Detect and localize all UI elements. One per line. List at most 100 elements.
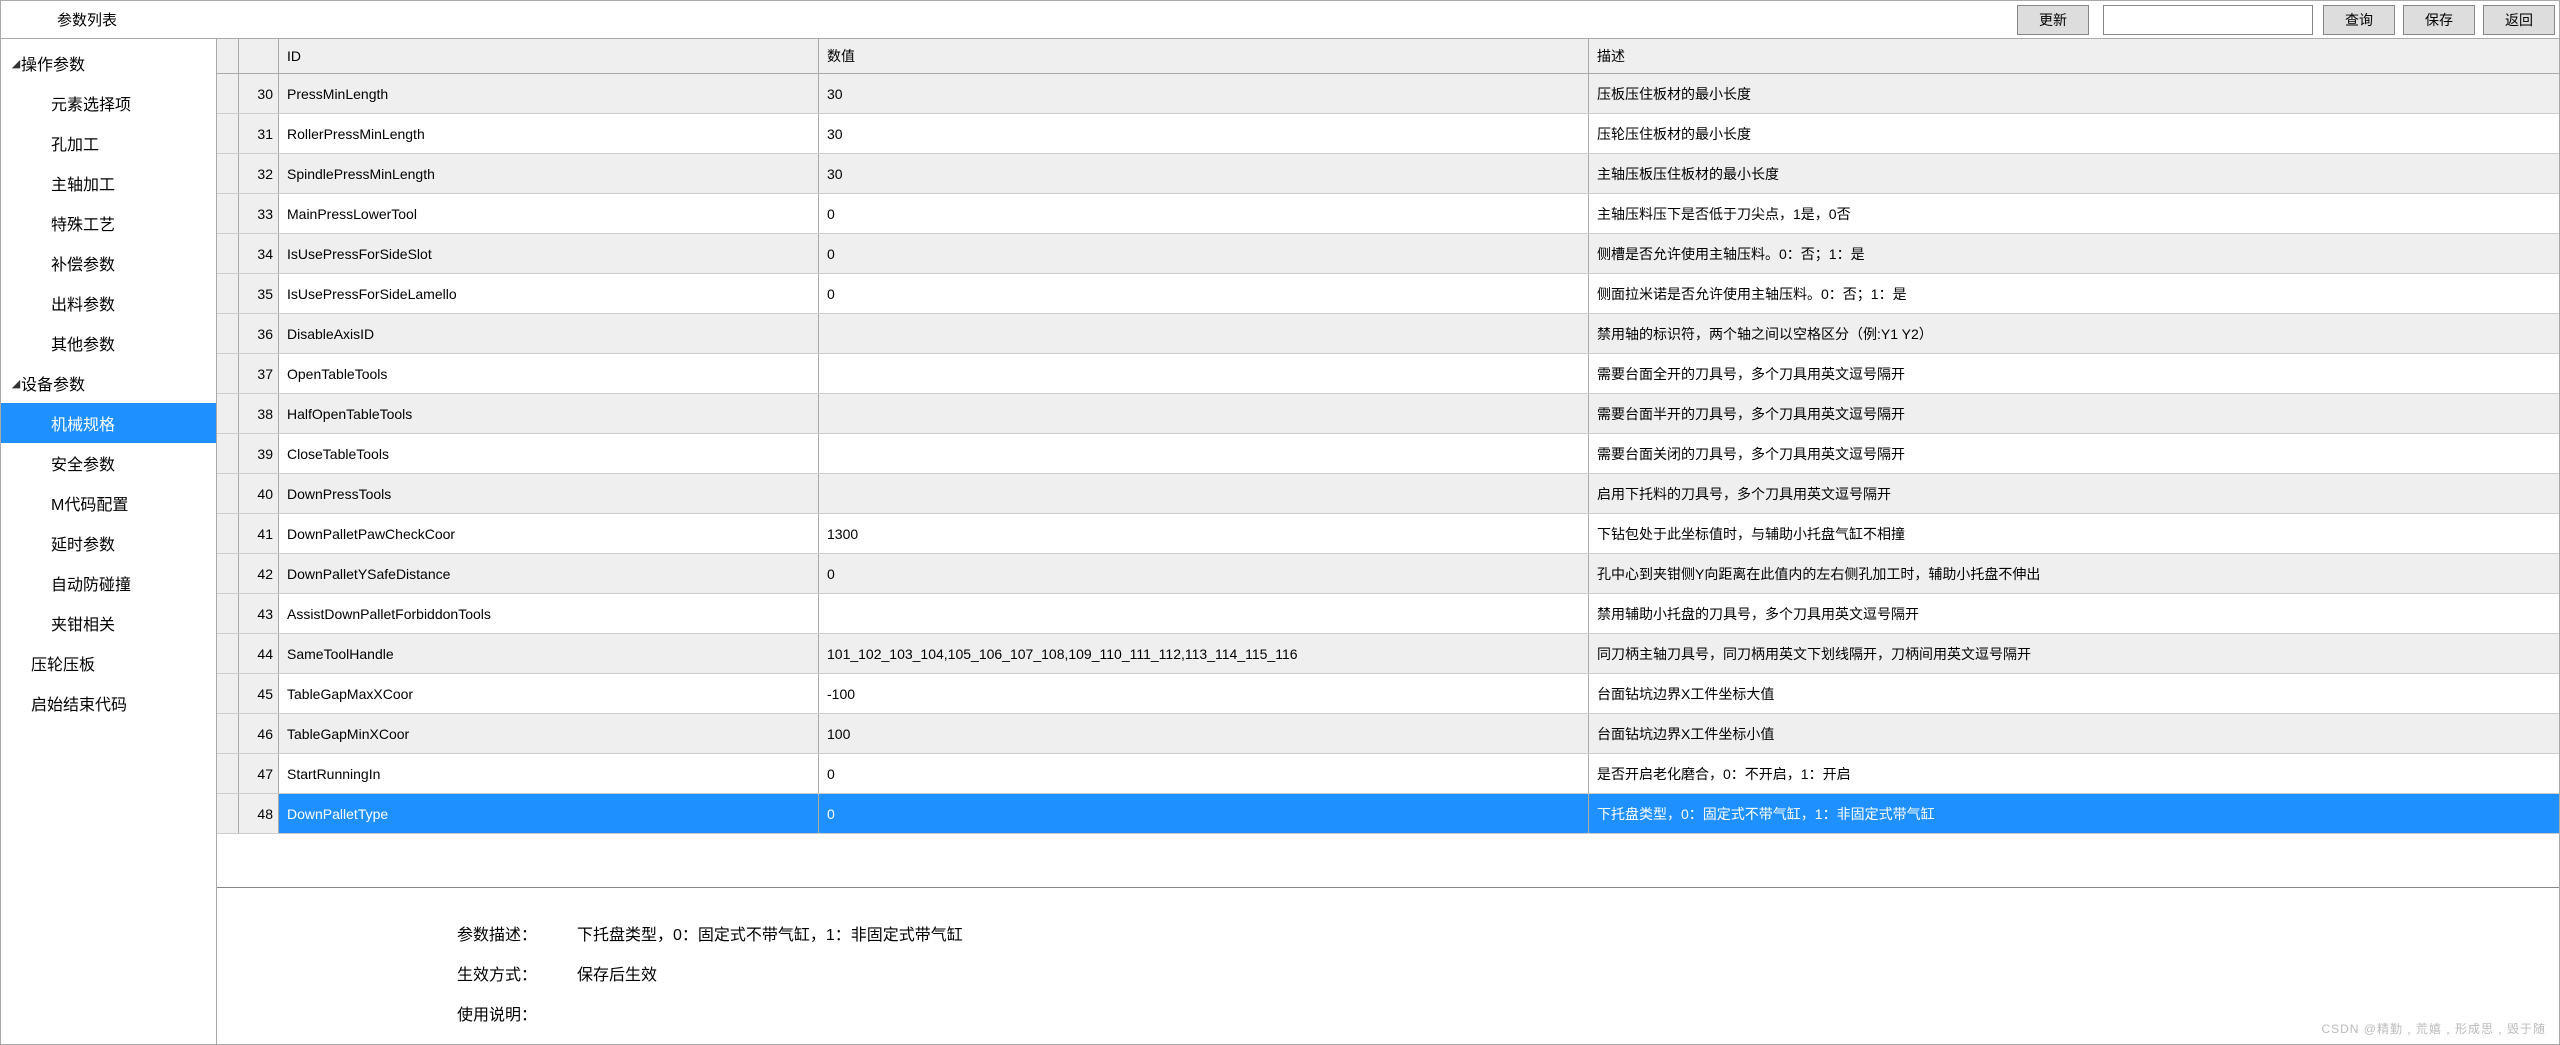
table-row[interactable]: 32SpindlePressMinLength30主轴压板压住板材的最小长度 xyxy=(217,154,2559,194)
table-row[interactable]: 33MainPressLowerTool0主轴压料压下是否低于刀尖点，1是，0否 xyxy=(217,194,2559,234)
tree-group-operation-params[interactable]: ◢ 操作参数 xyxy=(1,43,216,83)
cell-value[interactable] xyxy=(819,354,1589,393)
cell-id[interactable]: CloseTableTools xyxy=(279,434,819,473)
sidebar-item[interactable]: 出料参数 xyxy=(1,283,216,323)
parameter-grid[interactable]: ID 数值 描述 30PressMinLength30压板压住板材的最小长度31… xyxy=(217,39,2559,887)
cell-desc[interactable]: 压轮压住板材的最小长度 xyxy=(1589,114,2559,153)
sidebar-item[interactable]: 机械规格 xyxy=(1,403,216,443)
cell-desc[interactable]: 孔中心到夹钳侧Y向距离在此值内的左右侧孔加工时，辅助小托盘不伸出 xyxy=(1589,554,2559,593)
cell-id[interactable]: SpindlePressMinLength xyxy=(279,154,819,193)
cell-desc[interactable]: 禁用辅助小托盘的刀具号，多个刀具用英文逗号隔开 xyxy=(1589,594,2559,633)
sidebar-item[interactable]: 延时参数 xyxy=(1,523,216,563)
table-row[interactable]: 36DisableAxisID禁用轴的标识符，两个轴之间以空格区分（例:Y1 Y… xyxy=(217,314,2559,354)
cell-id[interactable]: AssistDownPalletForbiddonTools xyxy=(279,594,819,633)
cell-id[interactable]: HalfOpenTableTools xyxy=(279,394,819,433)
cell-value[interactable]: 30 xyxy=(819,74,1589,113)
cell-value[interactable] xyxy=(819,434,1589,473)
cell-id[interactable]: PressMinLength xyxy=(279,74,819,113)
table-row[interactable]: 47StartRunningIn0是否开启老化磨合，0：不开启，1：开启 xyxy=(217,754,2559,794)
cell-desc[interactable]: 需要台面半开的刀具号，多个刀具用英文逗号隔开 xyxy=(1589,394,2559,433)
cell-desc[interactable]: 压板压住板材的最小长度 xyxy=(1589,74,2559,113)
cell-value[interactable] xyxy=(819,394,1589,433)
sidebar-item[interactable]: 孔加工 xyxy=(1,123,216,163)
cell-id[interactable]: DisableAxisID xyxy=(279,314,819,353)
column-header-desc[interactable]: 描述 xyxy=(1589,39,2559,73)
cell-value[interactable] xyxy=(819,474,1589,513)
expand-toggle-icon[interactable]: ◢ xyxy=(1,57,19,70)
sidebar-item[interactable]: 其他参数 xyxy=(1,323,216,363)
cell-desc[interactable]: 主轴压板压住板材的最小长度 xyxy=(1589,154,2559,193)
update-button[interactable]: 更新 xyxy=(2017,5,2089,35)
cell-desc[interactable]: 同刀柄主轴刀具号，同刀柄用英文下划线隔开，刀柄间用英文逗号隔开 xyxy=(1589,634,2559,673)
cell-value[interactable]: 30 xyxy=(819,154,1589,193)
sidebar-item[interactable]: 特殊工艺 xyxy=(1,203,216,243)
cell-desc[interactable]: 禁用轴的标识符，两个轴之间以空格区分（例:Y1 Y2） xyxy=(1589,314,2559,353)
cell-value[interactable]: 0 xyxy=(819,194,1589,233)
table-row[interactable]: 37OpenTableTools需要台面全开的刀具号，多个刀具用英文逗号隔开 xyxy=(217,354,2559,394)
cell-value[interactable]: 0 xyxy=(819,554,1589,593)
cell-value[interactable]: 100 xyxy=(819,714,1589,753)
cell-value[interactable]: 0 xyxy=(819,754,1589,793)
cell-id[interactable]: IsUsePressForSideLamello xyxy=(279,274,819,313)
sidebar-item[interactable]: 补偿参数 xyxy=(1,243,216,283)
cell-id[interactable]: DownPressTools xyxy=(279,474,819,513)
sidebar-item[interactable]: 夹钳相关 xyxy=(1,603,216,643)
table-row[interactable]: 43AssistDownPalletForbiddonTools禁用辅助小托盘的… xyxy=(217,594,2559,634)
cell-desc[interactable]: 需要台面全开的刀具号，多个刀具用英文逗号隔开 xyxy=(1589,354,2559,393)
cell-desc[interactable]: 台面钻坑边界X工件坐标大值 xyxy=(1589,674,2559,713)
table-row[interactable]: 34IsUsePressForSideSlot0侧槽是否允许使用主轴压料。0：否… xyxy=(217,234,2559,274)
table-row[interactable]: 48DownPalletType0下托盘类型，0：固定式不带气缸，1：非固定式带… xyxy=(217,794,2559,834)
cell-value[interactable]: 0 xyxy=(819,794,1589,833)
cell-id[interactable]: SameToolHandle xyxy=(279,634,819,673)
table-row[interactable]: 38HalfOpenTableTools需要台面半开的刀具号，多个刀具用英文逗号… xyxy=(217,394,2559,434)
cell-desc[interactable]: 启用下托料的刀具号，多个刀具用英文逗号隔开 xyxy=(1589,474,2559,513)
table-row[interactable]: 31RollerPressMinLength30压轮压住板材的最小长度 xyxy=(217,114,2559,154)
sidebar-item[interactable]: 安全参数 xyxy=(1,443,216,483)
cell-value[interactable]: 101_102_103_104,105_106_107_108,109_110_… xyxy=(819,634,1589,673)
cell-id[interactable]: OpenTableTools xyxy=(279,354,819,393)
column-header-id[interactable]: ID xyxy=(279,39,819,73)
cell-value[interactable]: 30 xyxy=(819,114,1589,153)
cell-desc[interactable]: 下托盘类型，0：固定式不带气缸，1：非固定式带气缸 xyxy=(1589,794,2559,833)
cell-id[interactable]: DownPalletPawCheckCoor xyxy=(279,514,819,553)
cell-desc[interactable]: 是否开启老化磨合，0：不开启，1：开启 xyxy=(1589,754,2559,793)
cell-value[interactable]: -100 xyxy=(819,674,1589,713)
save-button[interactable]: 保存 xyxy=(2403,5,2475,35)
table-row[interactable]: 46TableGapMinXCoor100台面钻坑边界X工件坐标小值 xyxy=(217,714,2559,754)
cell-desc[interactable]: 需要台面关闭的刀具号，多个刀具用英文逗号隔开 xyxy=(1589,434,2559,473)
cell-desc[interactable]: 侧面拉米诺是否允许使用主轴压料。0：否；1：是 xyxy=(1589,274,2559,313)
sidebar-item[interactable]: 自动防碰撞 xyxy=(1,563,216,603)
sidebar-item[interactable]: 元素选择项 xyxy=(1,83,216,123)
table-row[interactable]: 44SameToolHandle101_102_103_104,105_106_… xyxy=(217,634,2559,674)
cell-id[interactable]: StartRunningIn xyxy=(279,754,819,793)
table-row[interactable]: 39CloseTableTools需要台面关闭的刀具号，多个刀具用英文逗号隔开 xyxy=(217,434,2559,474)
sidebar-item[interactable]: 启始结束代码 xyxy=(1,683,216,723)
table-row[interactable]: 30PressMinLength30压板压住板材的最小长度 xyxy=(217,74,2559,114)
table-row[interactable]: 40DownPressTools启用下托料的刀具号，多个刀具用英文逗号隔开 xyxy=(217,474,2559,514)
sidebar-item[interactable]: M代码配置 xyxy=(1,483,216,523)
sidebar-item[interactable]: 压轮压板 xyxy=(1,643,216,683)
cell-value[interactable]: 0 xyxy=(819,274,1589,313)
cell-id[interactable]: DownPalletType xyxy=(279,794,819,833)
tree-group-device-params[interactable]: ◢ 设备参数 xyxy=(1,363,216,403)
table-row[interactable]: 35IsUsePressForSideLamello0侧面拉米诺是否允许使用主轴… xyxy=(217,274,2559,314)
cell-value[interactable] xyxy=(819,314,1589,353)
expand-toggle-icon[interactable]: ◢ xyxy=(1,377,19,390)
sidebar-item[interactable]: 主轴加工 xyxy=(1,163,216,203)
cell-value[interactable] xyxy=(819,594,1589,633)
cell-value[interactable]: 1300 xyxy=(819,514,1589,553)
table-row[interactable]: 45TableGapMaxXCoor-100台面钻坑边界X工件坐标大值 xyxy=(217,674,2559,714)
cell-id[interactable]: DownPalletYSafeDistance xyxy=(279,554,819,593)
cell-id[interactable]: TableGapMaxXCoor xyxy=(279,674,819,713)
query-button[interactable]: 查询 xyxy=(2323,5,2395,35)
cell-id[interactable]: MainPressLowerTool xyxy=(279,194,819,233)
table-row[interactable]: 41DownPalletPawCheckCoor1300下钻包处于此坐标值时，与… xyxy=(217,514,2559,554)
cell-id[interactable]: TableGapMinXCoor xyxy=(279,714,819,753)
cell-desc[interactable]: 主轴压料压下是否低于刀尖点，1是，0否 xyxy=(1589,194,2559,233)
cell-id[interactable]: IsUsePressForSideSlot xyxy=(279,234,819,273)
column-header-value[interactable]: 数值 xyxy=(819,39,1589,73)
search-input[interactable] xyxy=(2103,5,2313,35)
cell-desc[interactable]: 侧槽是否允许使用主轴压料。0：否；1：是 xyxy=(1589,234,2559,273)
cell-desc[interactable]: 台面钻坑边界X工件坐标小值 xyxy=(1589,714,2559,753)
cell-value[interactable]: 0 xyxy=(819,234,1589,273)
